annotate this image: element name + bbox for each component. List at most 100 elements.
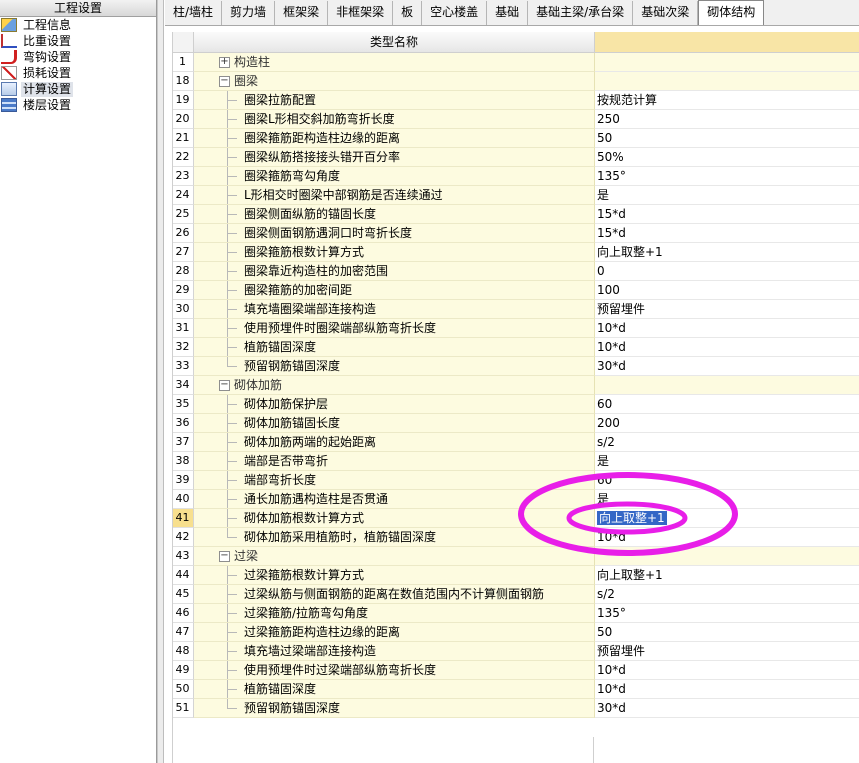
- value-cell[interactable]: 预留埋件: [595, 300, 859, 319]
- tab-3[interactable]: 非框架梁: [328, 1, 394, 25]
- value-text: 是: [597, 454, 610, 468]
- value-cell[interactable]: 预留埋件: [595, 642, 859, 661]
- tab-6[interactable]: 基础: [487, 1, 529, 25]
- table-row[interactable]: 38 端部是否带弯折 是: [172, 452, 859, 471]
- value-cell[interactable]: 是: [595, 452, 859, 471]
- value-cell[interactable]: 15*d: [595, 224, 859, 243]
- type-name-cell: 圈梁拉筋配置: [194, 91, 595, 110]
- group-row[interactable]: 1 + 构造柱: [172, 53, 859, 72]
- table-row[interactable]: 29 圈梁箍筋的加密间距 100: [172, 281, 859, 300]
- table-row[interactable]: 31 使用预埋件时圈梁端部纵筋弯折长度 10*d: [172, 319, 859, 338]
- table-row[interactable]: 22 圈梁纵筋搭接接头错开百分率 50%: [172, 148, 859, 167]
- table-row[interactable]: 35 砌体加筋保护层 60: [172, 395, 859, 414]
- value-cell[interactable]: 按规范计算: [595, 91, 859, 110]
- value-cell[interactable]: 是: [595, 186, 859, 205]
- tab-8[interactable]: 基础次梁: [633, 1, 699, 25]
- value-cell[interactable]: 向上取整+1: [595, 509, 859, 528]
- panel-splitter[interactable]: [157, 0, 164, 763]
- value-cell[interactable]: 向上取整+1: [595, 566, 859, 585]
- row-number: 19: [172, 91, 194, 110]
- value-cell[interactable]: 10*d: [595, 680, 859, 699]
- table-row[interactable]: 48 填充墙过梁端部连接构造 预留埋件: [172, 642, 859, 661]
- project-settings-panel: 工程设置 工程信息 比重设置 弯钩设置 损耗设置 计算设置 楼层设置: [0, 0, 157, 763]
- settings-item-3[interactable]: 损耗设置: [0, 65, 156, 81]
- table-row[interactable]: 45 过梁纵筋与侧面钢筋的距离在数值范围内不计算侧面钢筋 s/2: [172, 585, 859, 604]
- settings-item-5[interactable]: 楼层设置: [0, 97, 156, 113]
- tab-4[interactable]: 板: [393, 1, 423, 25]
- table-row[interactable]: 25 圈梁侧面纵筋的锚固长度 15*d: [172, 205, 859, 224]
- value-cell[interactable]: 10*d: [595, 661, 859, 680]
- table-row[interactable]: 49 使用预埋件时过梁端部纵筋弯折长度 10*d: [172, 661, 859, 680]
- table-row[interactable]: 46 过梁箍筋/拉筋弯勾角度 135°: [172, 604, 859, 623]
- value-cell[interactable]: 60: [595, 471, 859, 490]
- table-row[interactable]: 21 圈梁箍筋距构造柱边缘的距离 50: [172, 129, 859, 148]
- table-row[interactable]: 24 L形相交时圈梁中部钢筋是否连续通过 是: [172, 186, 859, 205]
- table-row[interactable]: 20 圈梁L形相交斜加筋弯折长度 250: [172, 110, 859, 129]
- tab-0[interactable]: 柱/墙柱: [165, 1, 223, 25]
- value-cell[interactable]: 10*d: [595, 319, 859, 338]
- table-row[interactable]: 27 圈梁箍筋根数计算方式 向上取整+1: [172, 243, 859, 262]
- type-name-cell: 圈梁箍筋距构造柱边缘的距离: [194, 129, 595, 148]
- value-cell[interactable]: 30*d: [595, 699, 859, 718]
- table-row[interactable]: 51 预留钢筋锚固深度 30*d: [172, 699, 859, 718]
- type-name-cell: 端部是否带弯折: [194, 452, 595, 471]
- collapse-icon[interactable]: −: [219, 76, 230, 87]
- settings-item-4[interactable]: 计算设置: [0, 81, 156, 97]
- value-cell[interactable]: 是: [595, 490, 859, 509]
- value-cell[interactable]: 50: [595, 129, 859, 148]
- settings-item-1[interactable]: 比重设置: [0, 33, 156, 49]
- setting-label: 圈梁L形相交斜加筋弯折长度: [244, 112, 395, 126]
- expand-icon[interactable]: +: [219, 57, 230, 68]
- settings-tree: 工程信息 比重设置 弯钩设置 损耗设置 计算设置 楼层设置: [0, 17, 156, 113]
- value-cell[interactable]: 向上取整+1: [595, 243, 859, 262]
- selected-value-text: 向上取整+1: [597, 511, 667, 525]
- table-row[interactable]: 32 植筋锚固深度 10*d: [172, 338, 859, 357]
- table-row[interactable]: 26 圈梁侧面钢筋遇洞口时弯折长度 15*d: [172, 224, 859, 243]
- table-row[interactable]: 19 圈梁拉筋配置 按规范计算: [172, 91, 859, 110]
- table-row[interactable]: 50 植筋锚固深度 10*d: [172, 680, 859, 699]
- value-cell[interactable]: 135°: [595, 167, 859, 186]
- tab-7[interactable]: 基础主梁/承台梁: [528, 1, 634, 25]
- tab-9[interactable]: 砌体结构: [698, 0, 765, 25]
- value-cell[interactable]: 50: [595, 623, 859, 642]
- table-row[interactable]: 47 过梁箍筋距构造柱边缘的距离 50: [172, 623, 859, 642]
- value-cell[interactable]: 60: [595, 395, 859, 414]
- table-row[interactable]: 23 圈梁箍筋弯勾角度 135°: [172, 167, 859, 186]
- value-cell[interactable]: 250: [595, 110, 859, 129]
- collapse-icon[interactable]: −: [219, 380, 230, 391]
- tab-1[interactable]: 剪力墙: [222, 1, 276, 25]
- table-row[interactable]: 36 砌体加筋锚固长度 200: [172, 414, 859, 433]
- settings-item-label: 计算设置: [21, 81, 74, 97]
- table-row[interactable]: 28 圈梁靠近构造柱的加密范围 0: [172, 262, 859, 281]
- value-cell[interactable]: 30*d: [595, 357, 859, 376]
- row-number: 28: [172, 262, 194, 281]
- value-cell[interactable]: 10*d: [595, 528, 859, 547]
- tab-5[interactable]: 空心楼盖: [422, 1, 488, 25]
- group-row[interactable]: 43− 过梁: [172, 547, 859, 566]
- group-row[interactable]: 34− 砌体加筋: [172, 376, 859, 395]
- collapse-icon[interactable]: −: [219, 551, 230, 562]
- table-row[interactable]: 41 砌体加筋根数计算方式 向上取整+1: [172, 509, 859, 528]
- settings-item-2[interactable]: 弯钩设置: [0, 49, 156, 65]
- value-cell[interactable]: 0: [595, 262, 859, 281]
- value-cell[interactable]: 200: [595, 414, 859, 433]
- value-cell[interactable]: 50%: [595, 148, 859, 167]
- group-row[interactable]: 18− 圈梁: [172, 72, 859, 91]
- tab-2[interactable]: 框架梁: [275, 1, 329, 25]
- row-number: 33: [172, 357, 194, 376]
- value-cell[interactable]: 10*d: [595, 338, 859, 357]
- value-cell[interactable]: 15*d: [595, 205, 859, 224]
- value-text: 0: [597, 264, 605, 278]
- value-cell[interactable]: 135°: [595, 604, 859, 623]
- table-row[interactable]: 40 通长加筋遇构造柱是否贯通 是: [172, 490, 859, 509]
- table-row[interactable]: 33 预留钢筋锚固深度 30*d: [172, 357, 859, 376]
- settings-item-0[interactable]: 工程信息: [0, 17, 156, 33]
- table-row[interactable]: 37 砌体加筋两端的起始距离 s/2: [172, 433, 859, 452]
- value-cell[interactable]: s/2: [595, 585, 859, 604]
- table-row[interactable]: 44 过梁箍筋根数计算方式 向上取整+1: [172, 566, 859, 585]
- value-cell[interactable]: s/2: [595, 433, 859, 452]
- table-row[interactable]: 42 砌体加筋采用植筋时，植筋锚固深度 10*d: [172, 528, 859, 547]
- table-row[interactable]: 30 填充墙圈梁端部连接构造 预留埋件: [172, 300, 859, 319]
- value-cell[interactable]: 100: [595, 281, 859, 300]
- table-row[interactable]: 39 端部弯折长度 60: [172, 471, 859, 490]
